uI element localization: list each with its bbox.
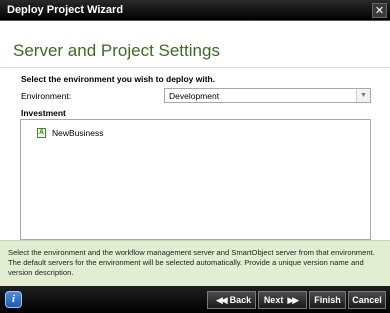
investment-tree[interactable]: A NewBusiness — [20, 119, 371, 240]
project-icon: A — [37, 128, 46, 138]
next-label: Next — [263, 295, 284, 305]
back-button[interactable]: ◀◀ Back — [207, 291, 256, 309]
environment-select[interactable]: Development ▼ — [164, 88, 371, 103]
environment-label: Environment: — [21, 91, 72, 101]
next-button[interactable]: Next ▶▶ — [258, 291, 307, 309]
cancel-button[interactable]: Cancel — [348, 291, 386, 309]
finish-label: Finish — [314, 295, 341, 305]
instruction-text: Select the environment you wish to deplo… — [21, 74, 216, 84]
close-icon: ✕ — [374, 5, 385, 17]
back-arrow-icon: ◀◀ — [215, 294, 228, 305]
next-arrow-icon: ▶▶ — [287, 294, 299, 305]
chevron-down-icon[interactable]: ▼ — [356, 89, 370, 102]
environment-value: Development — [169, 91, 220, 101]
tree-item-newbusiness[interactable]: A NewBusiness — [37, 127, 104, 139]
help-text: Select the environment and the workflow … — [8, 248, 375, 277]
cancel-label: Cancel — [352, 295, 382, 305]
footer-bar: i ◀◀ Back Next ▶▶ Finish Cancel — [0, 286, 390, 313]
tree-item-label: NewBusiness — [52, 128, 104, 138]
window-title: Deploy Project Wizard — [7, 4, 124, 16]
wizard-body: Server and Project Settings Select the e… — [0, 21, 390, 240]
page-title: Server and Project Settings — [13, 41, 220, 60]
close-button[interactable]: ✕ — [372, 3, 387, 18]
back-label: Back — [229, 295, 252, 305]
info-button[interactable]: i — [5, 291, 22, 308]
title-divider — [0, 67, 390, 68]
help-panel: Select the environment and the workflow … — [0, 240, 390, 286]
investment-header: Investment — [21, 108, 66, 118]
info-icon: i — [11, 293, 16, 305]
finish-button[interactable]: Finish — [309, 291, 346, 309]
title-bar: Deploy Project Wizard ✕ — [0, 0, 390, 21]
